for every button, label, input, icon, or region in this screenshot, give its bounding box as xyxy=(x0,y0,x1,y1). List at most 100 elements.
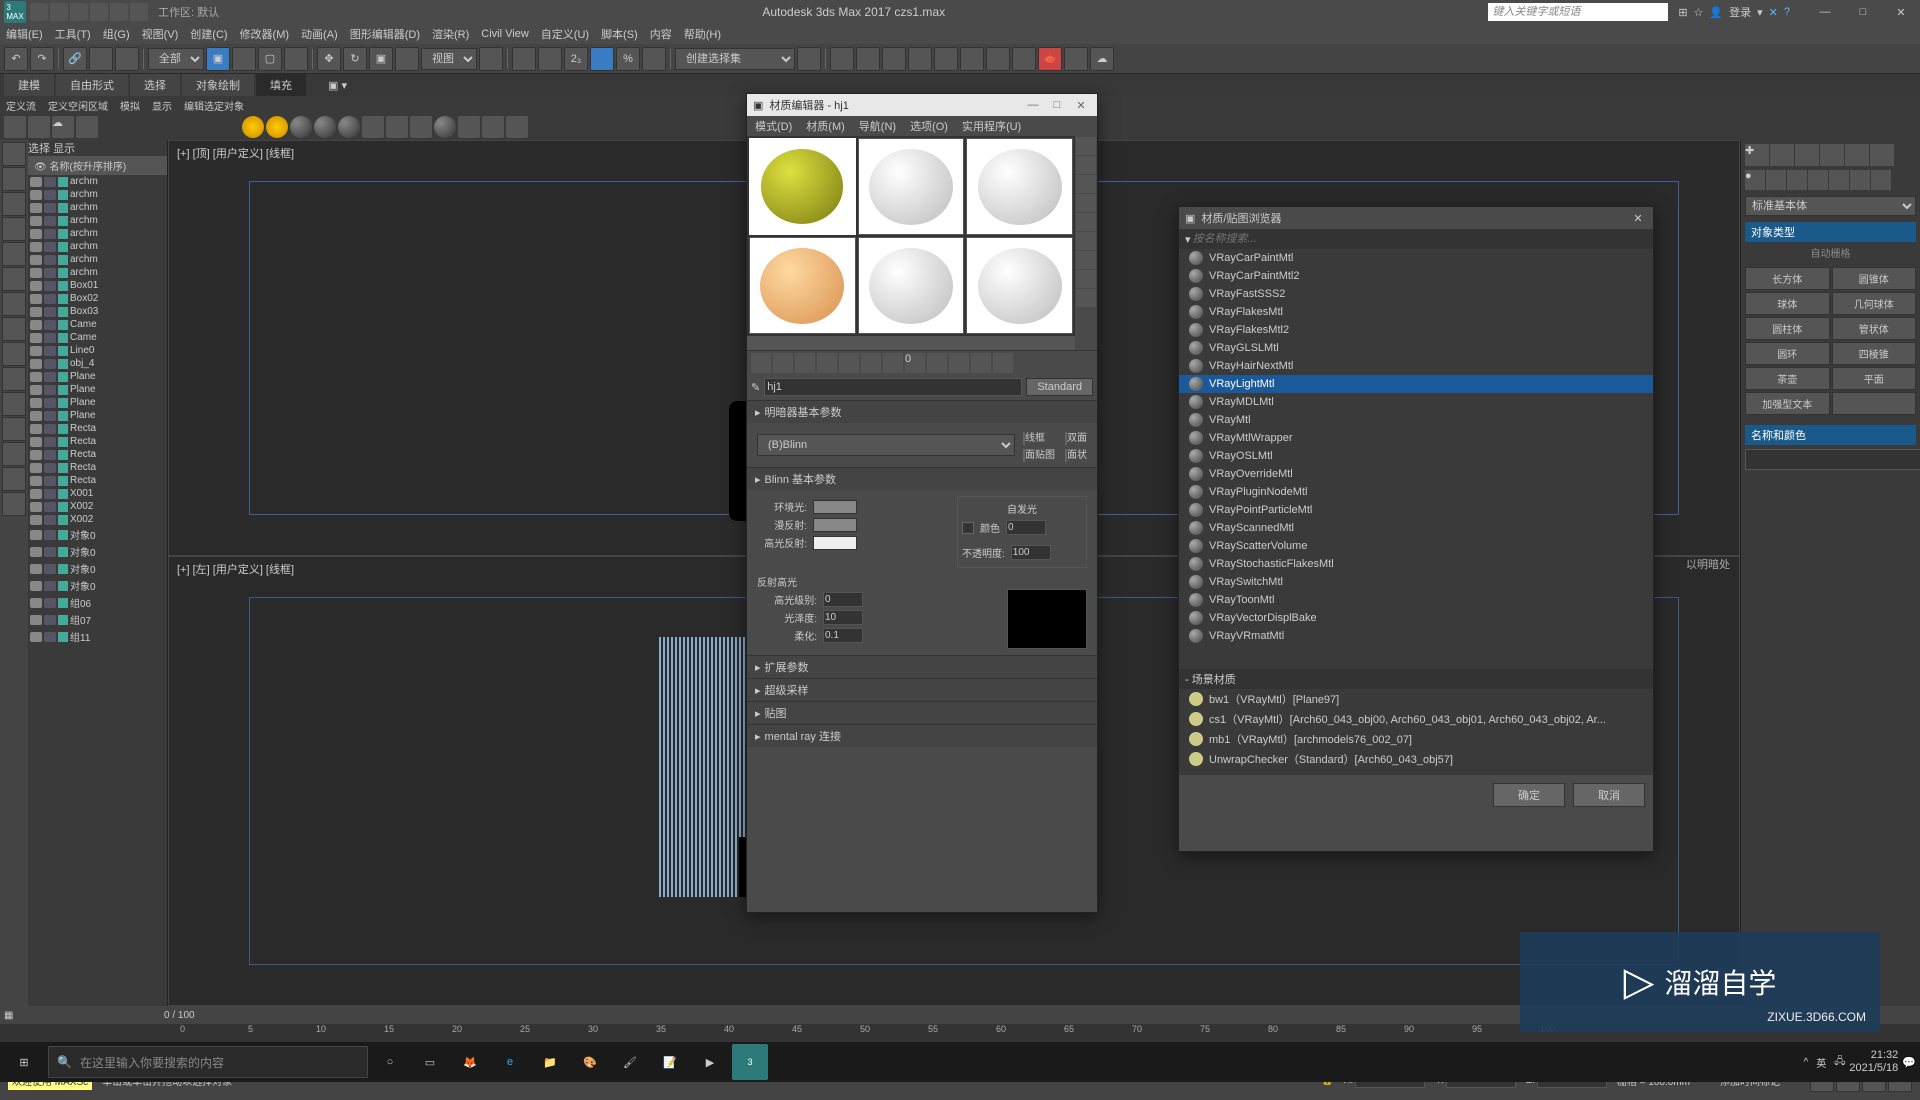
scene-item[interactable]: X001 xyxy=(28,487,167,500)
mat-icon[interactable] xyxy=(386,116,408,138)
geom-tab[interactable]: ● xyxy=(1745,170,1765,190)
scene-item[interactable]: X002 xyxy=(28,513,167,526)
material-item[interactable]: VRayGLSLMtl xyxy=(1179,339,1653,357)
explorer-icon[interactable]: 📁 xyxy=(532,1044,568,1080)
keyboard-shortcut-button[interactable] xyxy=(538,47,562,71)
browser-search-input[interactable] xyxy=(1191,231,1647,247)
scene-item[interactable]: Came xyxy=(28,318,167,331)
scene-item[interactable]: archm xyxy=(28,253,167,266)
systems-tab[interactable] xyxy=(1871,170,1891,190)
material-item[interactable]: VRayMtlWrapper xyxy=(1179,429,1653,447)
scene-item[interactable]: Recta xyxy=(28,435,167,448)
primitive-button[interactable]: 几何球体 xyxy=(1832,292,1917,315)
cancel-button[interactable]: 取消 xyxy=(1573,783,1645,807)
ltb-6[interactable] xyxy=(2,267,26,291)
sample-slot-1[interactable] xyxy=(749,138,856,235)
soften-spinner[interactable] xyxy=(823,628,863,643)
render-frame-button[interactable] xyxy=(1012,47,1036,71)
scene-item[interactable]: obj_4 xyxy=(28,357,167,370)
diffuse-swatch[interactable] xyxy=(813,518,857,532)
scene-list[interactable]: archmarchmarchmarchmarchmarchmarchmarchm… xyxy=(28,175,167,1006)
sphere1-icon[interactable] xyxy=(290,116,312,138)
material-item[interactable]: VRayPointParticleMtl xyxy=(1179,501,1653,519)
mat-id-icon[interactable]: 0 xyxy=(905,353,925,373)
help-icon[interactable]: ? xyxy=(1784,6,1790,18)
undo-button[interactable]: ↶ xyxy=(4,47,28,71)
cortana-icon[interactable]: ○ xyxy=(372,1044,408,1080)
scene-material-item[interactable]: bw1（VRayMtl）[Plane97] xyxy=(1179,689,1653,709)
menu-edit[interactable]: 编辑(E) xyxy=(6,26,43,42)
flow-icon[interactable] xyxy=(4,116,26,138)
cameras-tab[interactable] xyxy=(1808,170,1828,190)
scene-item[interactable]: 组11 xyxy=(28,628,167,645)
window-crossing-button[interactable] xyxy=(284,47,308,71)
get-material-icon[interactable] xyxy=(751,353,771,373)
material-item[interactable]: VRayStochasticFlakesMtl xyxy=(1179,555,1653,573)
me-menu-util[interactable]: 实用程序(U) xyxy=(962,118,1021,134)
modify-tab[interactable] xyxy=(1770,144,1794,166)
scene-item[interactable]: 对象0 xyxy=(28,526,167,543)
scene-item[interactable]: Recta xyxy=(28,461,167,474)
scene-item[interactable]: 组06 xyxy=(28,594,167,611)
login-label[interactable]: 登录 xyxy=(1729,4,1751,20)
shapes-tab[interactable] xyxy=(1766,170,1786,190)
tab-freeform[interactable]: 自由形式 xyxy=(56,74,128,96)
menu-tools[interactable]: 工具(T) xyxy=(55,26,91,42)
ltb-1[interactable] xyxy=(2,142,26,166)
primitive-button[interactable]: 圆柱体 xyxy=(1745,317,1830,340)
space-tab[interactable] xyxy=(1850,170,1870,190)
scene-item[interactable]: Plane xyxy=(28,383,167,396)
tab-objectpaint[interactable]: 对象绘制 xyxy=(182,74,254,96)
scene-item[interactable]: Plane xyxy=(28,370,167,383)
primitive-button[interactable]: 球体 xyxy=(1745,292,1830,315)
scene-item[interactable]: Came xyxy=(28,331,167,344)
firefox-icon[interactable]: 🦊 xyxy=(452,1044,488,1080)
redo-button[interactable]: ↷ xyxy=(30,47,54,71)
define-idle[interactable]: 定义空闲区域 xyxy=(48,98,108,113)
material-name-input[interactable] xyxy=(764,378,1022,396)
maximize-button[interactable]: □ xyxy=(1848,3,1878,21)
menu-grapheditors[interactable]: 图形编辑器(D) xyxy=(350,26,420,42)
material-item[interactable]: VRayScatterVolume xyxy=(1179,537,1653,555)
idle-icon[interactable] xyxy=(28,116,50,138)
manipulate-button[interactable] xyxy=(512,47,536,71)
material-item[interactable]: VRayOSLMtl xyxy=(1179,447,1653,465)
scene-materials-list[interactable]: bw1（VRayMtl）[Plane97]cs1（VRayMtl）[Arch60… xyxy=(1179,689,1653,775)
ltb-4[interactable] xyxy=(2,217,26,241)
angle-snap-button[interactable] xyxy=(590,47,614,71)
undo-icon[interactable] xyxy=(90,3,108,21)
material-item[interactable]: VRayToonMtl xyxy=(1179,591,1653,609)
select-by-mat-icon[interactable] xyxy=(1076,270,1096,288)
scene-item[interactable]: archm xyxy=(28,188,167,201)
minimize-button[interactable]: — xyxy=(1810,3,1840,21)
create-tab[interactable]: ✚ xyxy=(1745,144,1769,166)
material-item[interactable]: VRayCarPaintMtl xyxy=(1179,249,1653,267)
app-icon-2[interactable]: 🖌 xyxy=(612,1044,648,1080)
primitive-button[interactable]: 圆锥体 xyxy=(1832,267,1917,290)
sample-uv-icon[interactable] xyxy=(1076,194,1096,212)
3dsmax-taskbar-icon[interactable]: 3 xyxy=(732,1044,768,1080)
menu-rendering[interactable]: 渲染(R) xyxy=(432,26,469,42)
material-type-button[interactable]: Standard xyxy=(1026,378,1093,396)
tab-selection[interactable]: 选择 xyxy=(130,74,180,96)
mirror-button[interactable] xyxy=(797,47,821,71)
rotate-button[interactable]: ↻ xyxy=(343,47,367,71)
go-parent-icon[interactable] xyxy=(971,353,991,373)
render-setup-button[interactable] xyxy=(986,47,1010,71)
select-name-button[interactable] xyxy=(232,47,256,71)
make-preview-icon[interactable] xyxy=(1076,232,1096,250)
scene-item[interactable]: Recta xyxy=(28,422,167,435)
menu-views[interactable]: 视图(V) xyxy=(142,26,179,42)
render-button[interactable]: 🫖 xyxy=(1038,47,1062,71)
hierarchy-tab[interactable] xyxy=(1795,144,1819,166)
redo-icon[interactable] xyxy=(110,3,128,21)
scene-item[interactable]: archm xyxy=(28,266,167,279)
scene-item[interactable]: 对象0 xyxy=(28,543,167,560)
material-item[interactable]: VRayScannedMtl xyxy=(1179,519,1653,537)
opacity-spinner[interactable] xyxy=(1011,545,1051,560)
browser-titlebar[interactable]: ▣ 材质/贴图浏览器 ✕ xyxy=(1179,207,1653,229)
save-icon[interactable] xyxy=(70,3,88,21)
material-item[interactable]: VRayFlakesMtl xyxy=(1179,303,1653,321)
background-icon[interactable] xyxy=(1076,175,1096,193)
faceted-checkbox[interactable]: 面状 xyxy=(1065,446,1087,461)
